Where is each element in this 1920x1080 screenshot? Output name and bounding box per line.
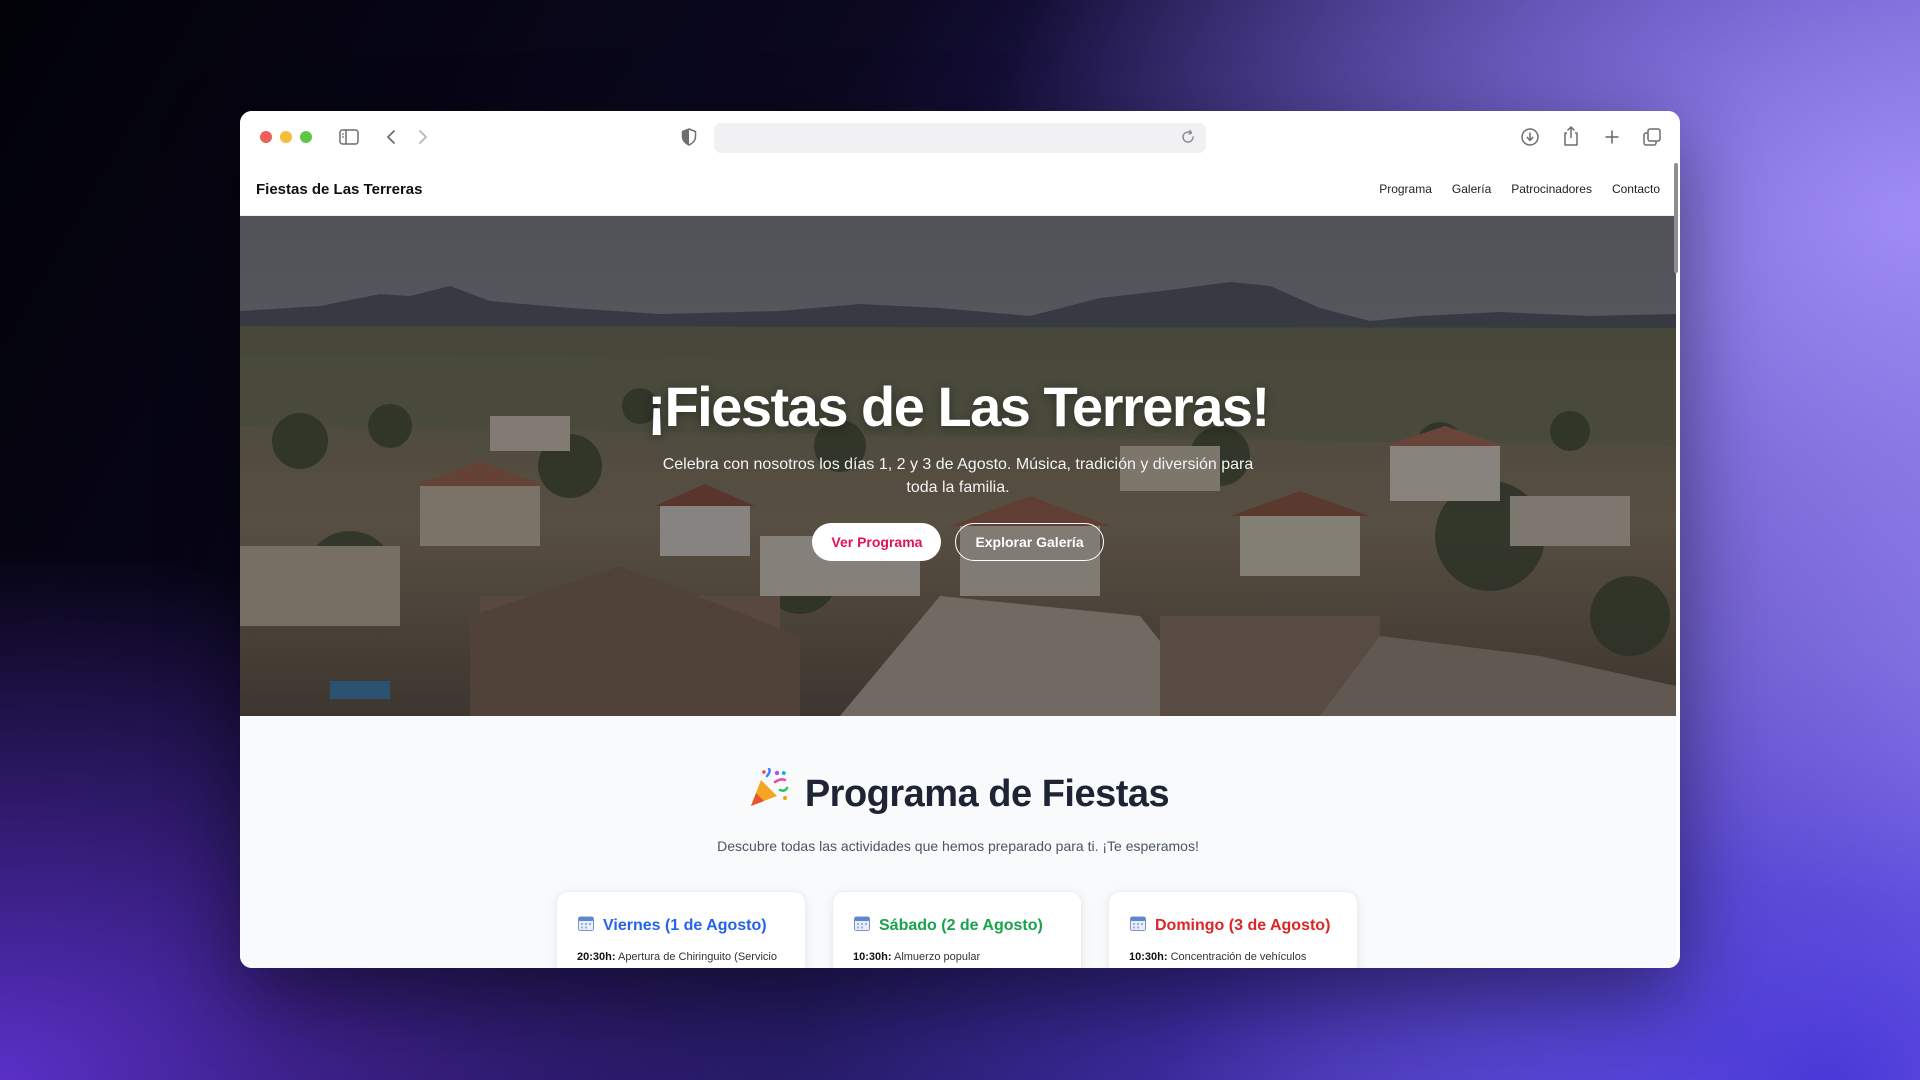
- share-icon[interactable]: [1560, 125, 1582, 147]
- day-card-sabado: Sábado (2 de Agosto) 10:30h: Almuerzo po…: [832, 891, 1082, 968]
- day-cards: Viernes (1 de Agosto) 20:30h: Apertura d…: [556, 891, 1358, 968]
- site-nav: Programa Galería Patrocinadores Contacto: [1379, 182, 1660, 196]
- nav-link-contacto[interactable]: Contacto: [1612, 182, 1660, 196]
- close-window-button[interactable]: [260, 131, 272, 143]
- hero-title: ¡Fiestas de Las Terreras!: [647, 375, 1270, 438]
- schedule-item: 20:30h: Apertura de Chiringuito (Servici…: [577, 949, 785, 968]
- site-brand[interactable]: Fiestas de Las Terreras: [256, 181, 422, 198]
- calendar-icon: [853, 914, 871, 937]
- ver-programa-button[interactable]: Ver Programa: [812, 523, 942, 561]
- site-header: Fiestas de Las Terreras Programa Galería…: [240, 163, 1680, 216]
- address-bar[interactable]: [714, 123, 1206, 153]
- new-tab-icon[interactable]: [1601, 126, 1623, 148]
- browser-toolbar: [240, 111, 1680, 163]
- day-card-viernes: Viernes (1 de Agosto) 20:30h: Apertura d…: [556, 891, 806, 968]
- calendar-icon: [1129, 914, 1147, 937]
- reload-icon[interactable]: [1180, 129, 1198, 147]
- back-icon[interactable]: [380, 126, 402, 148]
- schedule-item: 10:30h: Concentración de vehículos clási…: [1129, 949, 1337, 968]
- schedule-item: 10:30h: Almuerzo popular: [853, 949, 1061, 966]
- explorar-galeria-button[interactable]: Explorar Galería: [955, 523, 1104, 561]
- hero-buttons: Ver Programa Explorar Galería: [240, 523, 1676, 561]
- day-card-domingo: Domingo (3 de Agosto) 10:30h: Concentrac…: [1108, 891, 1358, 968]
- party-popper-icon: [747, 767, 789, 820]
- sidebar-toggle-icon[interactable]: [338, 126, 360, 148]
- day-card-title: Domingo (3 de Agosto): [1155, 916, 1331, 934]
- day-card-heading: Domingo (3 de Agosto): [1129, 914, 1337, 937]
- schedule-description: Almuerzo popular: [891, 951, 981, 963]
- page-scrollbar[interactable]: [1674, 163, 1678, 968]
- minimize-window-button[interactable]: [280, 131, 292, 143]
- day-card-title: Viernes (1 de Agosto): [603, 916, 767, 934]
- maximize-window-button[interactable]: [300, 131, 312, 143]
- scrollbar-thumb[interactable]: [1674, 163, 1678, 273]
- day-card-title: Sábado (2 de Agosto): [879, 916, 1043, 934]
- privacy-shield-icon[interactable]: [678, 126, 700, 148]
- forward-icon[interactable]: [412, 126, 434, 148]
- nav-link-galeria[interactable]: Galería: [1452, 182, 1491, 196]
- download-icon[interactable]: [1519, 126, 1541, 148]
- browser-window: Fiestas de Las Terreras Programa Galería…: [240, 111, 1680, 968]
- day-card-heading: Sábado (2 de Agosto): [853, 914, 1061, 937]
- hero-subtitle: Celebra con nosotros los días 1, 2 y 3 d…: [662, 456, 1254, 496]
- tab-overview-icon[interactable]: [1641, 126, 1663, 148]
- hero-content: ¡Fiestas de Las Terreras! Celebra con no…: [240, 374, 1676, 561]
- nav-link-programa[interactable]: Programa: [1379, 182, 1432, 196]
- hero-section: ¡Fiestas de Las Terreras! Celebra con no…: [240, 216, 1676, 716]
- schedule-time: 10:30h:: [1129, 951, 1168, 963]
- schedule-time: 20:30h:: [577, 951, 616, 963]
- day-card-heading: Viernes (1 de Agosto): [577, 914, 785, 937]
- programa-heading: Programa de Fiestas: [747, 767, 1170, 820]
- programa-subtitle: Descubre todas las actividades que hemos…: [717, 838, 1199, 854]
- programa-section: Programa de Fiestas Descubre todas las a…: [240, 716, 1676, 968]
- schedule-time: 10:30h:: [853, 951, 892, 963]
- window-controls: [260, 131, 312, 143]
- programa-title: Programa de Fiestas: [804, 772, 1170, 815]
- calendar-icon: [577, 914, 595, 937]
- nav-link-patrocinadores[interactable]: Patrocinadores: [1511, 182, 1592, 196]
